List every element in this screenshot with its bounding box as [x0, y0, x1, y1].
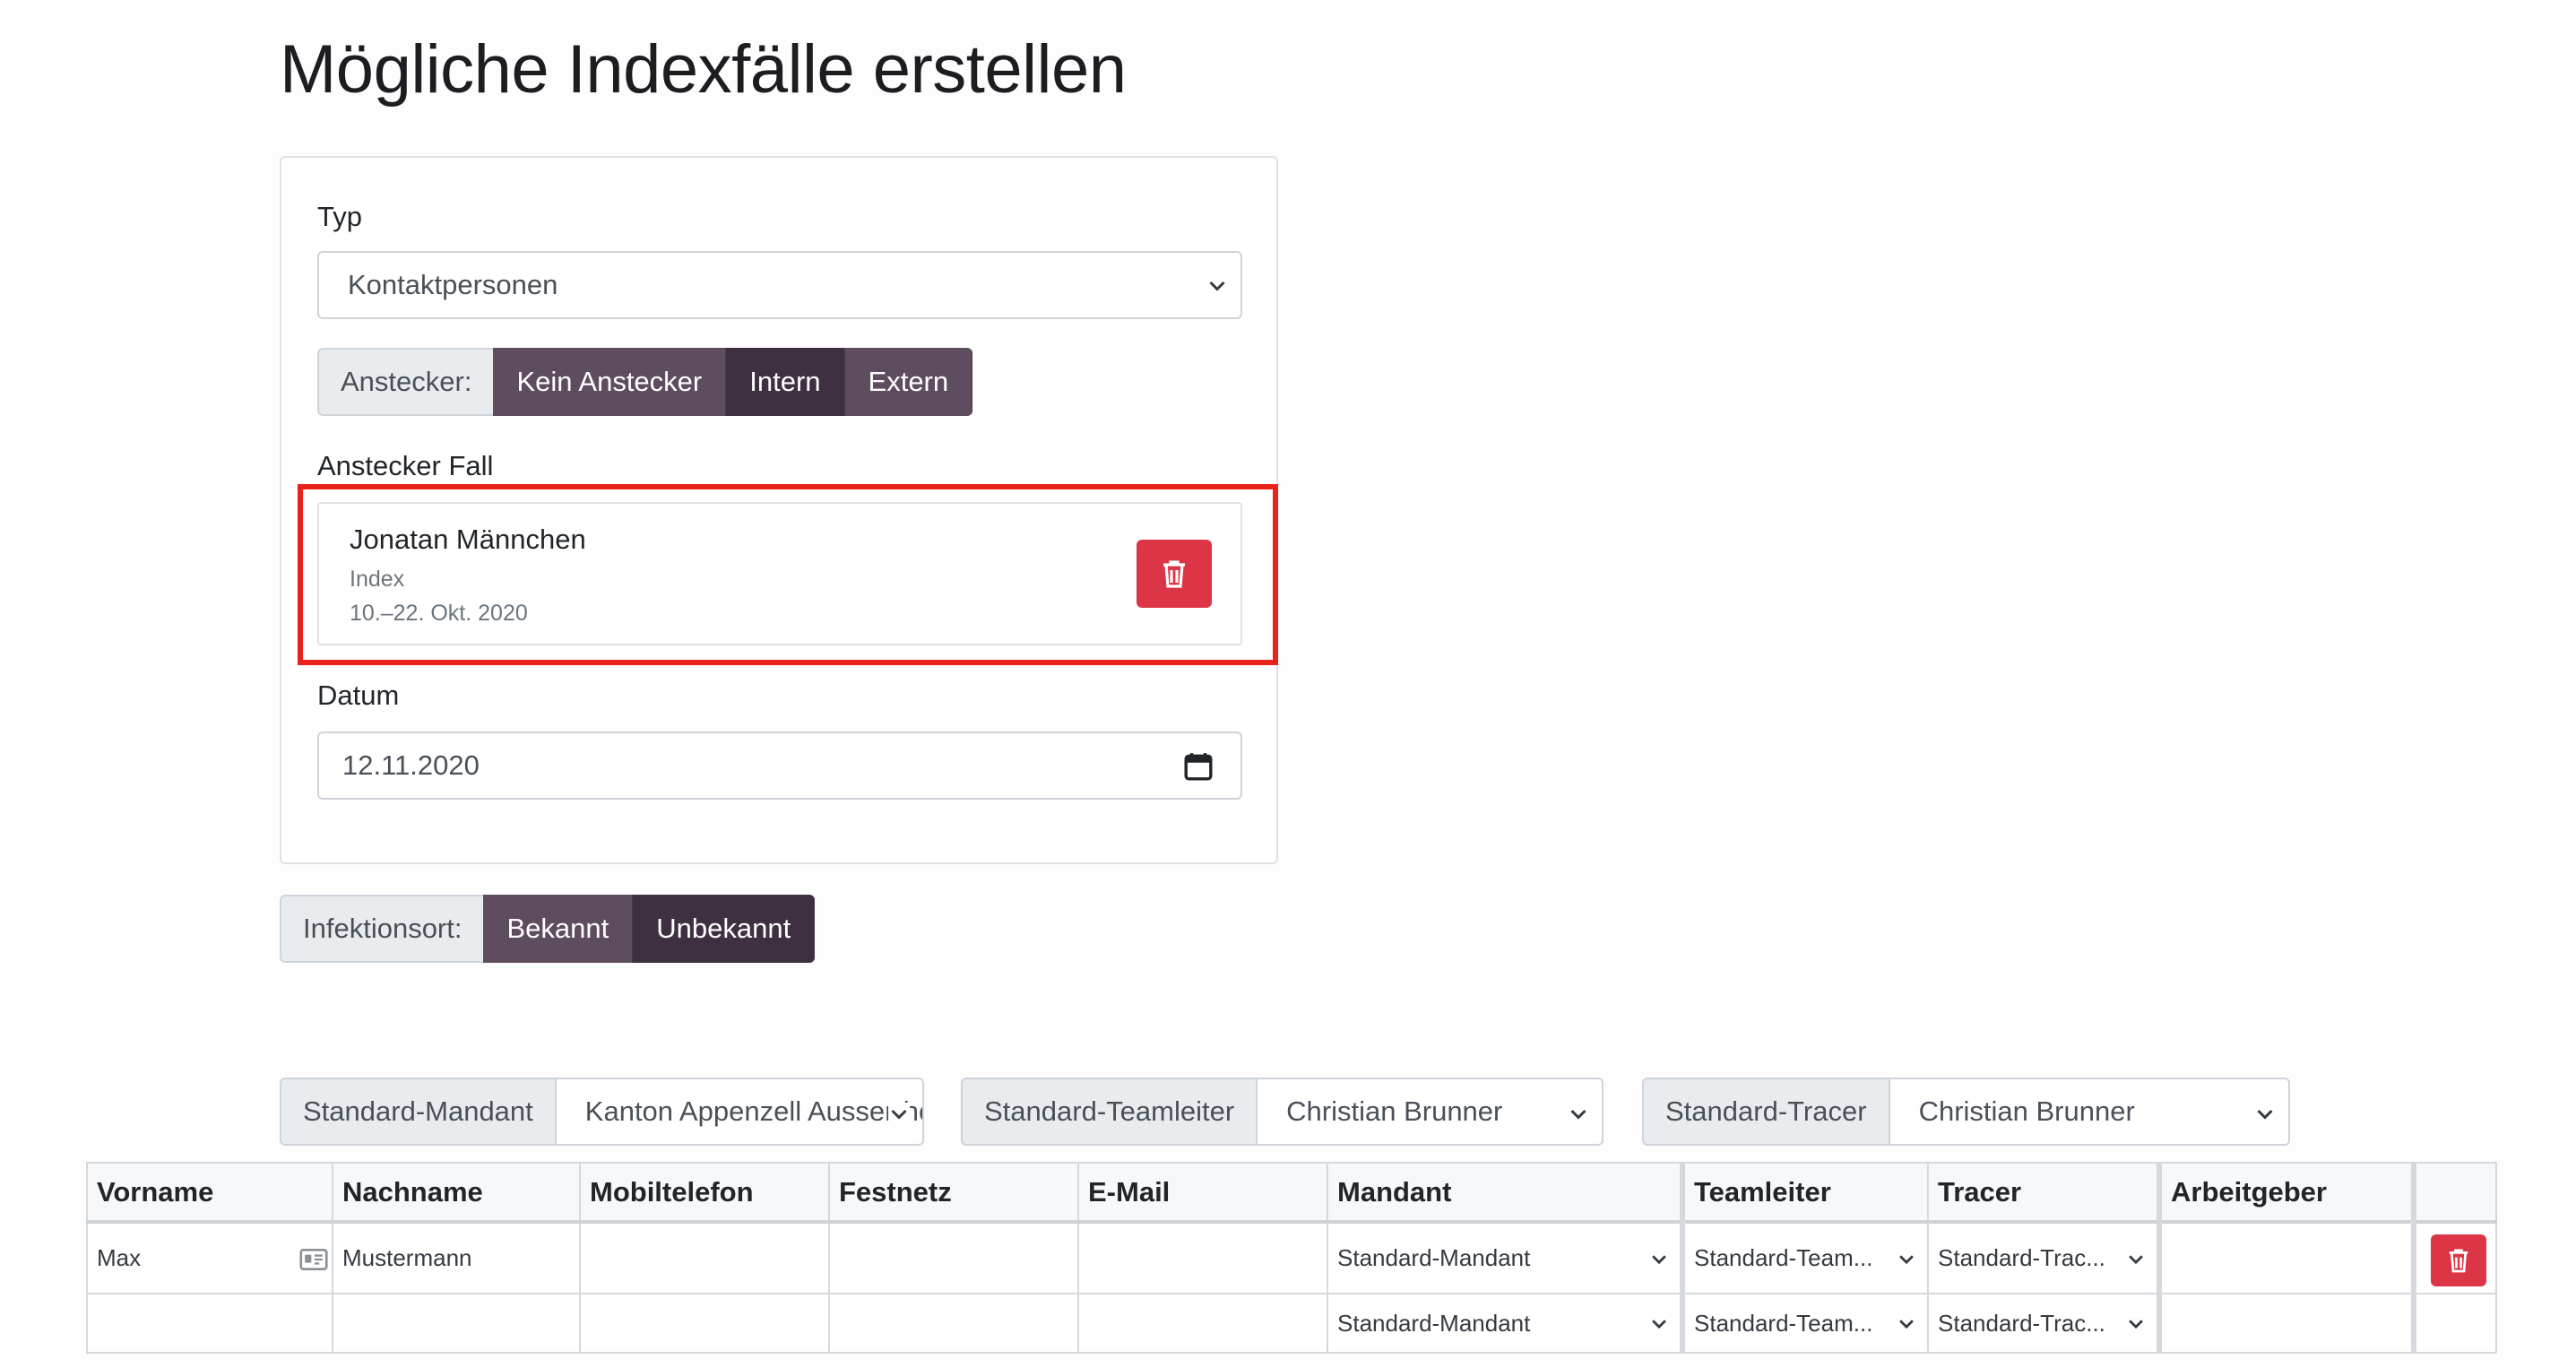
standard-teamleiter-value: Christian Brunner: [1286, 1095, 1503, 1127]
mandant-select-value: Standard-Mandant: [1337, 1309, 1531, 1337]
col-actions: [2411, 1162, 2497, 1224]
cell-festnetz[interactable]: [828, 1293, 1079, 1354]
col-tracer: Tracer: [1927, 1162, 2160, 1224]
anstecker-option-intern[interactable]: Intern: [726, 348, 845, 416]
infektionsort-option-unbekannt[interactable]: Unbekannt: [633, 895, 816, 963]
mandant-select[interactable]: Standard-Mandant: [1337, 1294, 1671, 1352]
table-row: Max Mustermann Standard-Mandant Standard…: [86, 1221, 2497, 1294]
col-nachname: Nachname: [332, 1162, 581, 1224]
cell-mandant[interactable]: Standard-Mandant: [1327, 1221, 1683, 1294]
typ-select[interactable]: Kontaktpersonen: [317, 251, 1242, 319]
col-email: E-Mail: [1077, 1162, 1328, 1224]
standard-mandant-value: Kanton Appenzell Ausserrhoden: [584, 1095, 922, 1127]
trash-icon: [2449, 1249, 2468, 1273]
cell-arbeitgeber[interactable]: [2157, 1293, 2415, 1354]
tracer-select[interactable]: Standard-Trac...: [1938, 1224, 2148, 1293]
anstecker-option-extern[interactable]: Extern: [844, 348, 973, 416]
standard-teamleiter-select[interactable]: Christian Brunner: [1256, 1078, 1604, 1146]
cell-nachname[interactable]: Mustermann: [332, 1221, 581, 1294]
delete-row-button[interactable]: [2431, 1234, 2486, 1286]
mandant-select-value: Standard-Mandant: [1337, 1244, 1531, 1271]
cell-vorname[interactable]: Max: [86, 1221, 333, 1294]
standard-mandant-group: Standard-Mandant Kanton Appenzell Ausser…: [280, 1078, 924, 1146]
cell-tracer[interactable]: Standard-Trac...: [1927, 1221, 2160, 1294]
standard-teamleiter-group: Standard-Teamleiter Christian Brunner: [961, 1078, 1604, 1146]
teamleiter-select-value: Standard-Team...: [1694, 1309, 1873, 1337]
chevron-down-icon: [1652, 1254, 1666, 1264]
datum-label: Datum: [317, 680, 400, 711]
cell-arbeitgeber[interactable]: [2157, 1221, 2415, 1294]
typ-label: Typ: [317, 201, 362, 232]
standard-tracer-group: Standard-Tracer Christian Brunner: [1642, 1078, 2290, 1146]
chevron-down-icon: [1570, 1109, 1586, 1120]
teamleiter-select-value: Standard-Team...: [1694, 1244, 1873, 1271]
datum-input[interactable]: 12.11.2020: [317, 732, 1242, 800]
calendar-icon[interactable]: [1183, 751, 1214, 782]
tracer-select[interactable]: Standard-Trac...: [1938, 1294, 2148, 1352]
chevron-down-icon: [2129, 1254, 2143, 1264]
infektionsort-toggle: Infektionsort: Bekannt Unbekannt: [280, 895, 816, 963]
standard-teamleiter-prefix: Standard-Teamleiter: [961, 1078, 1257, 1146]
standard-tracer-select[interactable]: Christian Brunner: [1888, 1078, 2290, 1146]
chevron-down-icon: [1899, 1254, 1914, 1264]
chevron-down-icon: [1652, 1320, 1666, 1329]
standard-tracer-value: Christian Brunner: [1918, 1095, 2135, 1127]
cell-mobiltelefon[interactable]: [579, 1221, 830, 1294]
teamleiter-select[interactable]: Standard-Team...: [1694, 1224, 1918, 1293]
typ-select-value: Kontaktpersonen: [348, 269, 558, 300]
col-festnetz: Festnetz: [828, 1162, 1079, 1224]
col-vorname: Vorname: [86, 1162, 333, 1224]
page-title: Mögliche Indexfälle erstellen: [280, 31, 1127, 108]
chevron-down-icon: [2257, 1109, 2273, 1120]
standard-mandant-prefix: Standard-Mandant: [280, 1078, 555, 1146]
anstecker-fall-label: Anstecker Fall: [317, 450, 494, 481]
cell-actions: [2411, 1221, 2497, 1294]
chevron-down-icon: [1209, 281, 1225, 291]
standard-mandant-select[interactable]: Kanton Appenzell Ausserrhoden: [554, 1078, 924, 1146]
cell-mandant[interactable]: Standard-Mandant: [1327, 1293, 1683, 1354]
col-arbeitgeber: Arbeitgeber: [2157, 1162, 2415, 1224]
cell-actions: [2411, 1293, 2497, 1354]
id-card-icon[interactable]: [299, 1247, 328, 1272]
table-row: Standard-Mandant Standard-Team... Standa…: [86, 1293, 2497, 1354]
cell-teamleiter[interactable]: Standard-Team...: [1680, 1221, 1929, 1294]
cell-nachname[interactable]: [332, 1293, 581, 1354]
tracer-select-value: Standard-Trac...: [1938, 1244, 2105, 1271]
cell-teamleiter[interactable]: Standard-Team...: [1680, 1293, 1929, 1354]
cell-tracer[interactable]: Standard-Trac...: [1927, 1293, 2160, 1354]
chevron-down-icon: [887, 1103, 910, 1124]
cell-mobiltelefon[interactable]: [579, 1293, 830, 1354]
col-mobiltelefon: Mobiltelefon: [579, 1162, 830, 1224]
highlight-frame: [298, 484, 1278, 665]
standard-tracer-prefix: Standard-Tracer: [1642, 1078, 1889, 1146]
tracer-select-value: Standard-Trac...: [1938, 1309, 2105, 1337]
contacts-table: Vorname Nachname Mobiltelefon Festnetz E…: [86, 1162, 2497, 1354]
cell-vorname-value: Max: [97, 1244, 142, 1271]
col-teamleiter: Teamleiter: [1680, 1162, 1929, 1224]
cell-email[interactable]: [1077, 1221, 1328, 1294]
teamleiter-select[interactable]: Standard-Team...: [1694, 1294, 1918, 1352]
cell-festnetz[interactable]: [828, 1221, 1079, 1294]
chevron-down-icon: [2129, 1320, 2143, 1329]
anstecker-prefix: Anstecker:: [317, 348, 494, 416]
datum-value: 12.11.2020: [342, 749, 480, 781]
anstecker-toggle: Anstecker: Kein Anstecker Intern Extern: [317, 348, 973, 416]
cell-email[interactable]: [1077, 1293, 1328, 1354]
col-mandant: Mandant: [1327, 1162, 1683, 1224]
infektionsort-option-bekannt[interactable]: Bekannt: [483, 895, 634, 963]
anstecker-option-kein[interactable]: Kein Anstecker: [493, 348, 727, 416]
infektionsort-prefix: Infektionsort:: [280, 895, 484, 963]
table-header-row: Vorname Nachname Mobiltelefon Festnetz E…: [86, 1162, 2497, 1224]
cell-vorname[interactable]: [86, 1293, 333, 1354]
chevron-down-icon: [1899, 1320, 1914, 1329]
mandant-select[interactable]: Standard-Mandant: [1337, 1224, 1671, 1293]
